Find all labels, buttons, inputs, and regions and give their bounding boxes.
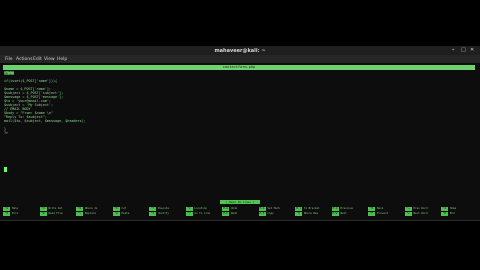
shortcut-key: M-] xyxy=(295,207,302,211)
shortcut-label: Replace xyxy=(85,212,96,215)
shortcut-label: Next Word xyxy=(413,212,428,215)
shortcut-key: ^A xyxy=(441,207,448,211)
shortcut-label: Where Was xyxy=(304,212,319,215)
window-title: mahaveer@kali: ~ xyxy=(214,48,266,54)
shortcut-label: Execute xyxy=(158,207,169,210)
shortcut-label: Paste xyxy=(121,212,130,215)
nano-header-bar: contactform.php xyxy=(3,65,475,70)
shortcut-key: ^X xyxy=(3,212,10,216)
window-bottom-border xyxy=(0,220,480,221)
menu-view[interactable]: View xyxy=(44,57,55,62)
shortcut-label: Cut xyxy=(121,207,127,210)
terminal-window[interactable]: mahaveer@kali: ~ – □ ✕ File Actions Edit… xyxy=(0,46,480,221)
shortcut-key: ^W xyxy=(76,207,83,211)
shortcut-key: ^E xyxy=(441,212,448,216)
code-line: if(isset($_POST['name'])){ xyxy=(4,79,58,83)
shortcut-key: M-W xyxy=(331,212,339,216)
shortcut-label: Redo xyxy=(231,212,238,215)
shortcut-label: Back xyxy=(377,207,384,210)
shortcut-key: ^F xyxy=(368,212,375,216)
shortcut-label: Read File xyxy=(48,212,63,215)
shortcut-label: Justify xyxy=(158,212,169,215)
code-line: ?> xyxy=(4,131,9,135)
editor-text-area[interactable]: <?php if(isset($_POST['name'])){$name = $… xyxy=(4,71,474,181)
shortcut-key: ^▸ xyxy=(404,212,412,216)
shortcut-label: To Bracket xyxy=(304,207,320,210)
shortcut-key: M-A xyxy=(258,207,266,211)
shortcut-key: ^B xyxy=(368,207,375,211)
maximize-icon[interactable]: □ xyxy=(461,48,466,53)
shortcut-label: Copy xyxy=(267,212,274,215)
shortcut-label: Go To Line xyxy=(194,212,211,215)
shortcut-key: M-U xyxy=(222,207,229,211)
close-icon[interactable]: ✕ xyxy=(470,48,474,53)
shortcut-label: Location xyxy=(194,207,208,210)
desktop-background: mahaveer@kali: ~ – □ ✕ File Actions Edit… xyxy=(0,0,480,270)
menu-help[interactable]: Help xyxy=(57,57,67,62)
text-cursor xyxy=(4,167,7,172)
shortcut-key: ^T xyxy=(149,207,156,211)
shortcut-bar: ^G Help ^O Write Out ^W Where Is ^K Cut ^T Execut… xyxy=(0,206,480,220)
code-line: <?php xyxy=(4,71,15,75)
menu-actions[interactable]: Actions xyxy=(16,57,32,62)
shortcut-label: Write Out xyxy=(48,207,63,210)
shortcut-label: Prev Word xyxy=(413,207,428,210)
shortcut-label: Help xyxy=(12,207,19,210)
shortcut-key: M-E xyxy=(222,212,229,216)
status-message: [ Read 16 lines ] xyxy=(220,200,260,204)
editor-filename: contactform.php xyxy=(222,65,256,69)
shortcut-key: ^G xyxy=(3,207,10,211)
minimize-icon[interactable]: – xyxy=(452,48,455,53)
shortcut-key: ^U xyxy=(112,212,120,216)
code-line: mail($to, $subject, $message, $headers); xyxy=(4,119,86,123)
menu-edit[interactable]: Edit xyxy=(33,57,42,62)
shortcut-label: Where Is xyxy=(85,207,98,210)
shortcut-label: Undo xyxy=(231,207,238,210)
shortcut-label: Previous xyxy=(340,207,354,210)
shortcut-label: Forward xyxy=(377,212,388,215)
menu-bar: File Actions Edit View Help xyxy=(0,55,480,63)
shortcut-key: ^◂ xyxy=(404,207,412,211)
shortcut-key: ^K xyxy=(112,207,120,211)
shortcut-key: ^O xyxy=(39,207,47,211)
shortcut-key: M-Q xyxy=(331,207,339,211)
shortcut-key: ^C xyxy=(185,207,193,211)
shortcut-label: Exit xyxy=(12,212,19,215)
title-bar[interactable]: mahaveer@kali: ~ – □ ✕ xyxy=(0,46,480,55)
shortcut-label: Next xyxy=(340,212,347,215)
shortcut-key: ^J xyxy=(149,212,156,216)
shortcut-key: ^/ xyxy=(185,212,193,216)
shortcut-label: Set Mark xyxy=(267,207,281,210)
shortcut-key: ^R xyxy=(39,212,47,216)
menu-file[interactable]: File xyxy=(5,57,13,62)
shortcut-label: End xyxy=(450,212,455,215)
shortcut-key: ^\ xyxy=(76,212,83,216)
shortcut-label: Home xyxy=(450,207,457,210)
shortcut-key: M-6 xyxy=(258,212,266,216)
shortcut-key: ^Q xyxy=(295,212,302,216)
